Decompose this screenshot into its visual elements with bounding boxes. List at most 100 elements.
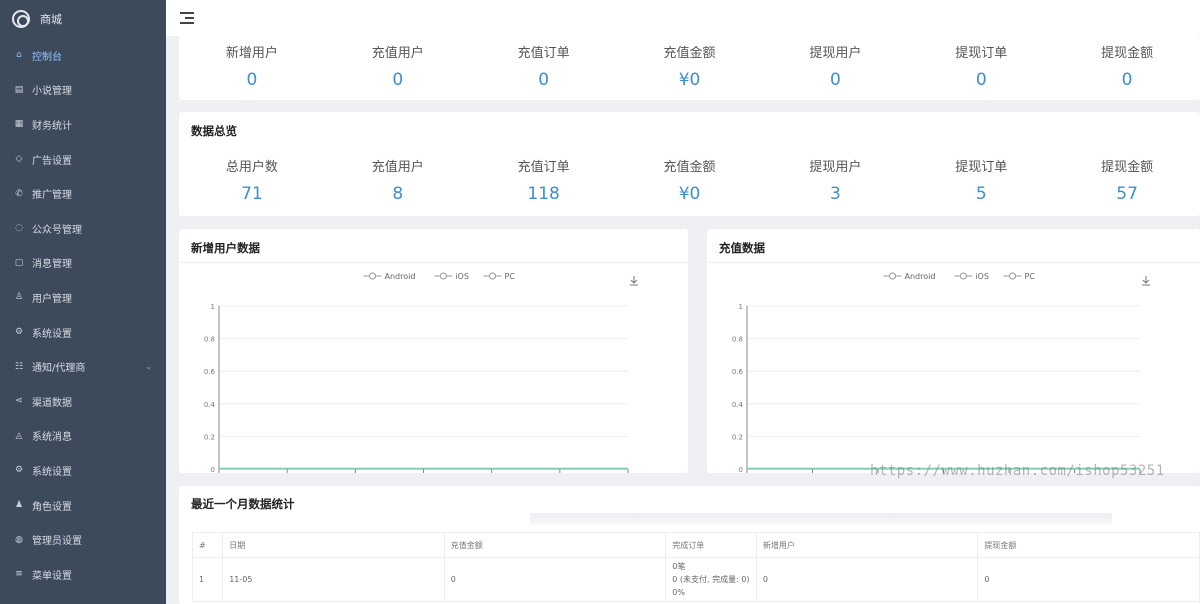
y-tick-label: 0.8	[732, 336, 743, 344]
table-row: 1 11-05 0 0笔 0 (未支付, 完成量: 0) 0% 0 0	[191, 557, 1200, 602]
stat-value: 5	[975, 184, 987, 204]
stat-value: 0	[392, 70, 404, 90]
legend-item[interactable]: Android	[363, 272, 416, 281]
monthly-stats-card: 最近一个月数据统计 # 日期 充值金额 完成订单 新增用户 提现金额 1 11-05 0 0笔 0…	[179, 486, 1200, 604]
legend-label: PC	[1025, 272, 1036, 281]
overview-title: 数据总览	[191, 124, 237, 138]
stat-item: 充值金额 ¥0	[617, 156, 763, 204]
wechat-icon: ◌	[15, 223, 23, 234]
sidebar-item-label: 小说管理	[32, 86, 72, 98]
stat-label: 新增用户	[225, 46, 278, 61]
sidebar-item[interactable]: ≡ 菜单设置	[0, 557, 166, 592]
monthly-stats-table: # 日期 充值金额 完成订单 新增用户 提现金额 1 11-05 0 0笔 0 (未支付, 完成量…	[191, 532, 1200, 602]
y-tick-label: 0.6	[732, 368, 744, 376]
stat-label: 充值用户	[371, 160, 424, 175]
legend-item[interactable]: PC	[483, 272, 516, 281]
sidebar-item-label: 用户管理	[32, 293, 72, 305]
table-header-cell[interactable]: #	[191, 532, 224, 558]
stat-value: 0	[829, 70, 841, 90]
legend-item[interactable]: PC	[1003, 272, 1036, 281]
legend-marker	[959, 272, 967, 280]
y-tick-label: 0.8	[204, 336, 215, 344]
download-icon[interactable]	[1142, 276, 1150, 286]
stat-item: 充值订单 118	[471, 156, 617, 204]
stat-value: 3	[829, 184, 841, 204]
stat-label: 充值订单	[517, 46, 570, 61]
stat-item: 提现金额 57	[1054, 156, 1200, 204]
sidebar-item-label: 推广管理	[32, 190, 72, 202]
orders-cell-line: 0笔	[672, 562, 686, 571]
legend-label: iOS	[455, 272, 469, 281]
stat-label: 充值订单	[517, 160, 570, 175]
table-header-cell[interactable]: 充值金额	[443, 532, 667, 558]
message-icon: ▢	[14, 257, 24, 268]
sidebar-item[interactable]: ⚙ 系统设置	[0, 315, 166, 350]
stat-value: ¥0	[678, 184, 701, 204]
y-tick-label: 0.4	[204, 401, 216, 409]
sidebar-item-label: 系统消息	[32, 432, 72, 444]
logo-icon	[12, 10, 30, 28]
y-tick-label: 0	[211, 466, 215, 473]
sidebar-item[interactable]: ✆ 推广管理	[0, 176, 166, 211]
sidebar-item[interactable]: ◍ 管理员设置	[0, 522, 166, 557]
sidebar-item[interactable]: ◬ 系统消息	[0, 419, 166, 454]
sidebar-item-label: 消息管理	[32, 259, 72, 271]
stat-value: 57	[1116, 184, 1138, 204]
sidebar-item[interactable]: ⋖ 渠道数据	[0, 384, 166, 419]
legend-item[interactable]: Android	[883, 272, 936, 281]
stat-item: 提现用户 3	[762, 156, 908, 204]
sidebar-item[interactable]: ⚙ 系统设置	[0, 453, 166, 488]
user-icon: ♙	[14, 292, 24, 303]
legend-label: PC	[505, 272, 516, 281]
new-users-chart: AndroidiOSPC00.20.40.60.8110-3010-3111-0…	[204, 272, 638, 473]
chevron-down-icon: ⌄	[145, 362, 152, 372]
table-body: 1 11-05 0 0笔 0 (未支付, 完成量: 0) 0% 0 0	[191, 557, 1200, 602]
legend-marker	[439, 272, 447, 280]
download-icon[interactable]	[630, 276, 638, 286]
table-header-cell[interactable]: 完成订单	[665, 532, 757, 558]
sidebar-item[interactable]: ◇ 广告设置	[0, 142, 166, 177]
sidebar-item[interactable]: ♙ 用户管理	[0, 280, 166, 315]
legend-marker	[1009, 272, 1016, 280]
sidebar-item-label: 通知/代理商	[32, 363, 86, 375]
new-users-chart-card: 新增用户数据 AndroidiOSPC00.20.40.60.8110-3010…	[179, 229, 688, 473]
brand-name: 商城	[40, 13, 62, 26]
settings-icon: ⚙	[14, 327, 24, 338]
stat-value: 118	[527, 184, 560, 204]
sidebar-item[interactable]: ⌂ 控制台	[0, 38, 166, 73]
sidebar-item[interactable]: ♟ 角色设置	[0, 488, 166, 523]
stat-item: 提现订单 5	[908, 156, 1054, 204]
row-index-cell: 1	[191, 557, 224, 602]
stat-value: ¥0	[678, 70, 701, 90]
amount-cell: 0	[443, 557, 667, 602]
date-cell: 11-05	[222, 557, 445, 602]
menu-toggle-icon[interactable]	[180, 12, 194, 24]
brand[interactable]: 商城	[0, 0, 166, 38]
stat-value: 0	[1121, 70, 1133, 90]
sidebar-item[interactable]: ◌ 公众号管理	[0, 211, 166, 246]
sidebar-item-label: 渠道数据	[32, 397, 72, 409]
sidebar-item[interactable]: ☷ 通知/代理商 ⌄	[0, 349, 166, 384]
table-header-cell[interactable]: 提现金额	[977, 532, 1200, 558]
legend-item[interactable]: iOS	[954, 272, 989, 281]
sidebar-item-label: 财务统计	[32, 120, 72, 132]
stat-item: 新增用户 0	[179, 42, 325, 90]
new-users-cell: 0	[755, 557, 979, 602]
gear-icon: ⚙	[14, 465, 24, 476]
stat-value: 8	[392, 184, 404, 204]
table-header-cell[interactable]: 新增用户	[755, 532, 979, 558]
sidebar-item[interactable]: ▦ 财务统计	[0, 107, 166, 142]
top-bar	[166, 0, 1200, 36]
horizontal-scrollbar[interactable]	[530, 513, 1112, 525]
legend-marker	[889, 272, 896, 280]
stat-value: 71	[241, 184, 263, 204]
table-header-cell[interactable]: 日期	[222, 532, 445, 558]
stat-item: 总用户数 71	[179, 156, 325, 204]
today-stats-card: 新增用户 0 充值用户 0 充值订单 0 充值金额 ¥0 提现用户 0 提现订单 0 提现金额 0	[179, 36, 1200, 100]
legend-item[interactable]: iOS	[434, 272, 469, 281]
share-icon: ⋖	[15, 396, 23, 407]
ad-icon: ◇	[15, 154, 23, 165]
sidebar-item[interactable]: ▢ 消息管理	[0, 246, 166, 281]
sidebar-item[interactable]: ▤ 小说管理	[0, 73, 166, 108]
sidebar-item-label: 管理员设置	[32, 536, 82, 548]
